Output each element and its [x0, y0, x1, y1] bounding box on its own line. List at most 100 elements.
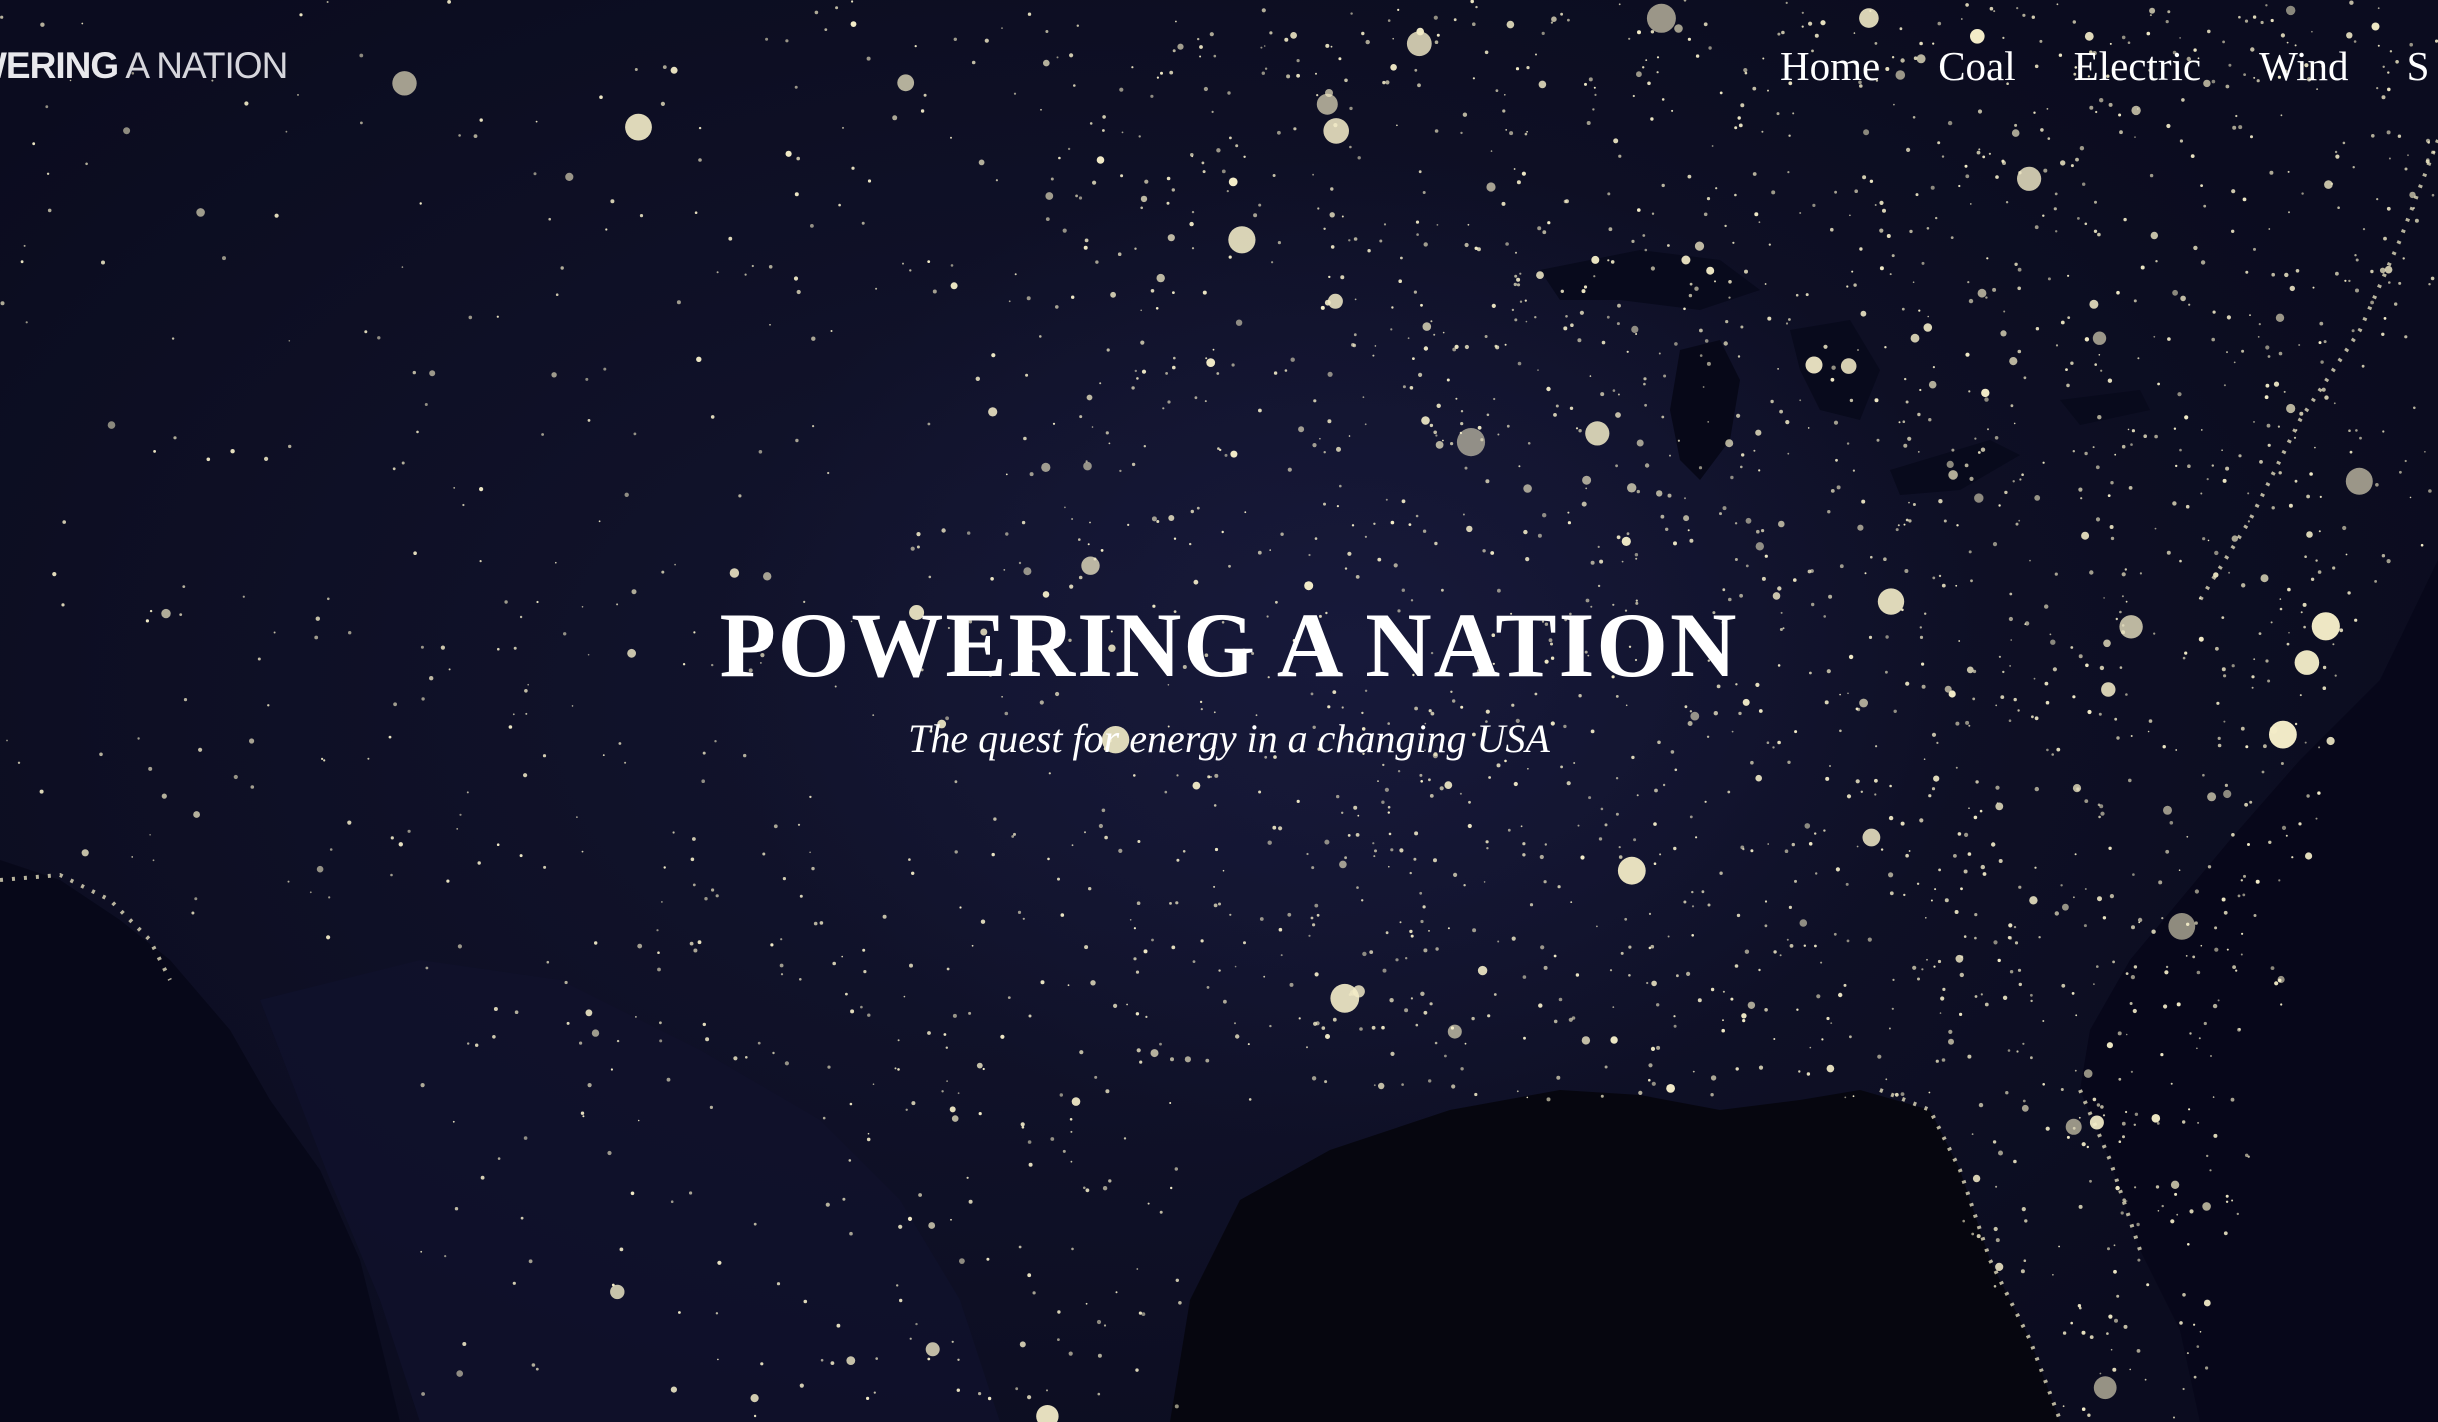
city-light	[1415, 514, 1419, 518]
nav-coal[interactable]: Coal	[1938, 36, 2015, 96]
city-light	[1484, 335, 1488, 338]
city-light	[2198, 1037, 2201, 1040]
city-light	[2269, 720, 2297, 749]
city-light	[2223, 674, 2227, 678]
city-light	[2042, 214, 2045, 217]
city-light	[1521, 171, 1526, 176]
city-light	[1341, 215, 1344, 218]
city-light	[2137, 1258, 2141, 1262]
city-light	[1968, 807, 1970, 809]
city-light	[1917, 451, 1920, 453]
city-light	[1996, 802, 1999, 804]
city-light	[1633, 838, 1637, 842]
city-light	[1950, 236, 1954, 240]
city-light	[1909, 229, 1913, 234]
city-light	[1742, 1019, 1746, 1023]
city-light	[1324, 839, 1330, 845]
city-light	[2288, 211, 2290, 214]
city-light	[1684, 497, 1686, 500]
city-light	[2096, 1103, 2101, 1107]
city-light	[1176, 858, 1180, 862]
city-light	[1803, 944, 1807, 947]
city-light	[1658, 352, 1661, 355]
city-light	[1005, 532, 1009, 536]
city-light	[1897, 524, 1900, 527]
city-light	[1099, 382, 1102, 385]
nav-wind[interactable]: Wind	[2259, 36, 2348, 96]
city-light	[1651, 1081, 1656, 1086]
city-light	[1169, 1102, 1172, 1104]
city-light	[1078, 575, 1083, 580]
city-light	[513, 646, 517, 650]
city-light	[2089, 570, 2094, 575]
city-light	[2198, 636, 2204, 642]
city-light	[1734, 558, 1738, 561]
city-light	[2062, 1405, 2065, 1408]
city-light	[1778, 520, 1785, 528]
city-light	[1880, 848, 1884, 851]
city-light	[2162, 745, 2166, 749]
city-light	[2098, 815, 2101, 819]
city-light	[1768, 243, 1771, 246]
city-light	[2005, 1091, 2009, 1095]
city-light	[1631, 239, 1635, 243]
city-light	[2153, 335, 2156, 338]
city-light	[2108, 846, 2112, 850]
city-light	[1156, 520, 1160, 523]
city-light	[1661, 415, 1665, 419]
city-light	[1860, 310, 1867, 317]
city-light	[2182, 1293, 2186, 1297]
city-light	[1553, 1019, 1558, 1024]
city-light	[2089, 1115, 2104, 1130]
city-light	[2193, 1323, 2196, 1326]
site-logo[interactable]: WERING A NATION	[0, 44, 288, 88]
city-light	[508, 725, 513, 729]
city-light	[909, 963, 913, 968]
city-light	[1604, 823, 1608, 827]
city-light	[2261, 770, 2265, 774]
city-light	[1522, 975, 1527, 979]
city-light	[1905, 681, 1910, 686]
city-light	[1320, 305, 1325, 310]
city-light	[1323, 451, 1326, 454]
city-light	[1221, 169, 1226, 174]
city-light	[2388, 281, 2391, 284]
nav-electric[interactable]: Electric	[2074, 36, 2201, 96]
city-light	[1993, 1226, 1998, 1232]
city-light	[1167, 400, 1171, 404]
nav-home[interactable]: Home	[1780, 36, 1880, 96]
city-light	[1928, 418, 1932, 422]
city-light	[1434, 541, 1438, 546]
city-light	[619, 1247, 624, 1252]
nav-solar[interactable]: S	[2407, 36, 2430, 96]
city-light	[1094, 1075, 1098, 1079]
city-light	[1585, 421, 1610, 446]
city-light	[1954, 910, 1959, 914]
city-light	[1694, 241, 1705, 251]
city-light	[784, 1061, 790, 1066]
city-light	[1994, 436, 1999, 440]
city-light	[1968, 298, 1974, 304]
city-light	[2007, 936, 2011, 940]
city-light	[1969, 476, 1974, 481]
city-light	[2386, 559, 2391, 564]
city-light	[1567, 521, 1571, 525]
city-light	[1930, 185, 1935, 190]
city-light	[1884, 346, 1887, 349]
city-light	[2253, 421, 2255, 423]
city-light	[1045, 192, 1054, 200]
city-light	[1953, 854, 1957, 858]
city-light	[1384, 787, 1389, 792]
city-light	[2066, 383, 2070, 388]
city-light	[1143, 445, 1147, 448]
city-light	[2018, 519, 2021, 522]
city-light	[1773, 950, 1777, 954]
city-light	[230, 449, 235, 454]
city-light	[1429, 794, 1434, 798]
city-light	[1336, 446, 1341, 452]
city-light	[582, 1115, 585, 1118]
city-light	[1218, 969, 1221, 972]
city-light	[1453, 872, 1458, 878]
city-light	[1840, 358, 1857, 374]
city-light	[1409, 929, 1413, 934]
